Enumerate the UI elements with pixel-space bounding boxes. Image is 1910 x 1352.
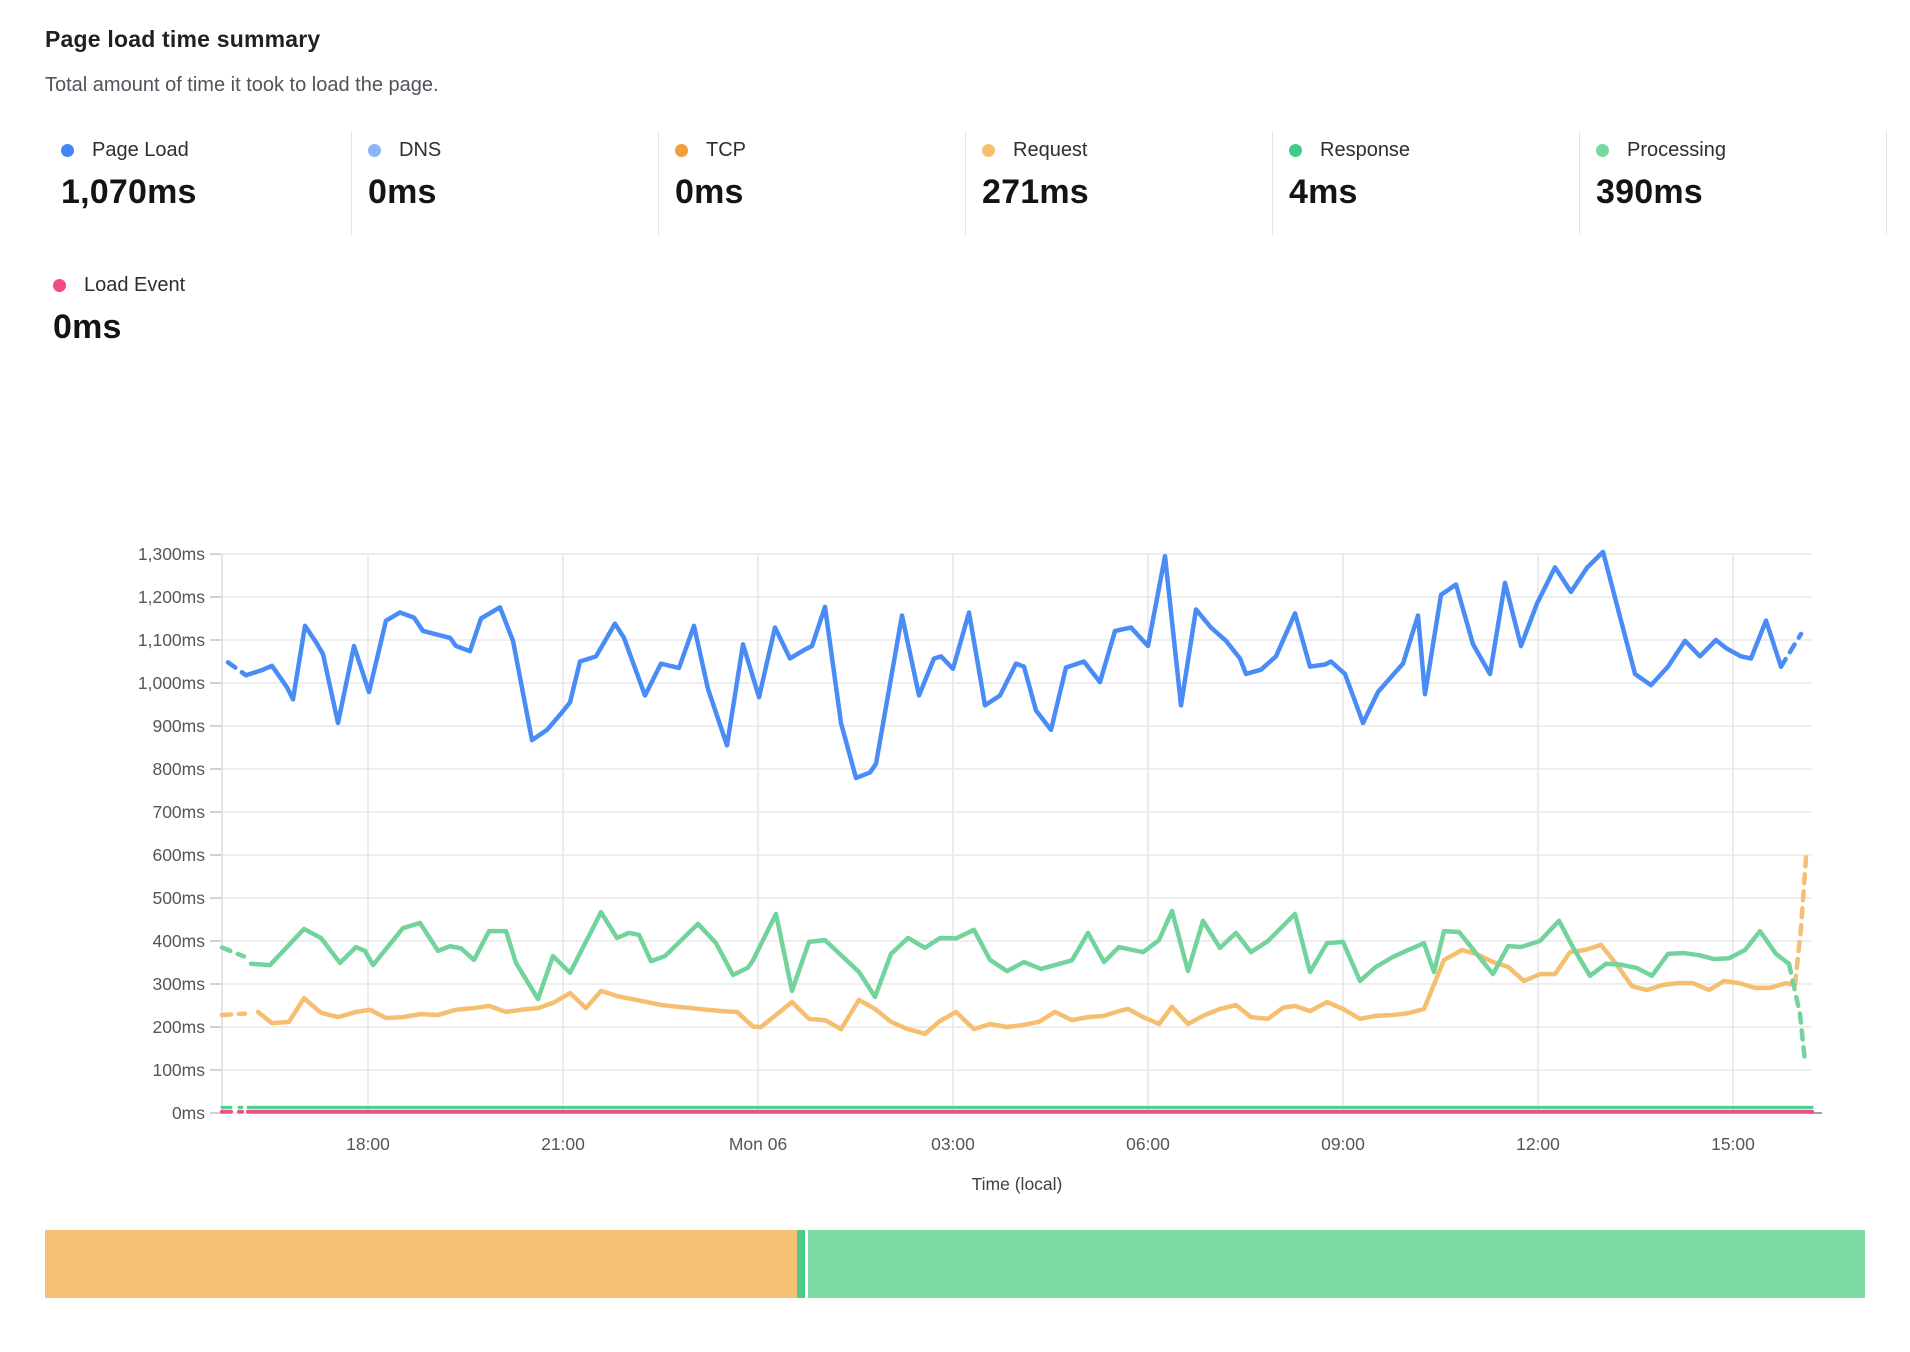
x-axis-label: Mon 06 [729,1134,787,1154]
stat-value: 271ms [974,173,1272,212]
series-request-end-dash [1795,857,1806,985]
request-dot-icon [982,144,995,157]
stat-value: 390ms [1588,173,1886,212]
stat-value: 4ms [1281,173,1579,212]
response-dot-icon [1289,144,1302,157]
y-axis-label: 800ms [152,759,205,779]
stat-value: 0ms [667,173,965,212]
dns-dot-icon [368,144,381,157]
y-axis-label: 1,300ms [138,544,205,564]
stat-card-load-event[interactable]: Load Event 0ms [45,272,352,347]
stat-label: Request [1013,139,1088,162]
page-load-summary-panel: Page load time summary Total amount of t… [0,0,1910,1352]
load-event-dot-icon [53,279,66,292]
page-subtitle: Total amount of time it took to load the… [45,74,439,97]
processing-share-segment[interactable] [808,1230,1865,1298]
series-page-load-line [246,552,1781,778]
stat-label: Processing [1627,139,1726,162]
y-axis-label: 600ms [152,845,205,865]
series-processing-start-dash [222,947,244,956]
x-axis-label: 21:00 [541,1134,585,1154]
y-axis-label: 1,200ms [138,587,205,607]
series-page-load-start-dash [228,662,246,675]
series-processing-line [251,911,1789,999]
y-axis-label: 100ms [152,1060,205,1080]
y-axis-label: 1,100ms [138,630,205,650]
y-axis-label: 200ms [152,1017,205,1037]
series-page-load-end-dash [1781,634,1801,667]
load-time-distribution-bar [45,1230,1865,1298]
x-axis-label: 09:00 [1321,1134,1365,1154]
series-request-line [258,945,1795,1034]
x-axis-title: Time (local) [972,1174,1063,1194]
y-axis-label: 500ms [152,888,205,908]
y-axis-label: 1,000ms [138,673,205,693]
x-axis-label: 12:00 [1516,1134,1560,1154]
legend-stats-row: Page Load 1,070ms DNS 0ms TCP 0ms Reques… [45,131,1887,235]
stat-card-processing[interactable]: Processing 390ms [1580,131,1887,235]
y-axis-label: 900ms [152,716,205,736]
load-time-chart[interactable]: 0ms 100ms 200ms 300ms 400ms 500ms 600ms 700ms 80… [0,520,1910,1215]
y-axis-label: 300ms [152,974,205,994]
stat-label: Response [1320,139,1410,162]
stat-label: TCP [706,139,746,162]
request-share-segment[interactable] [45,1230,797,1298]
y-axis-label: 700ms [152,802,205,822]
y-axis-label: 0ms [172,1103,205,1123]
page-title: Page load time summary [45,26,320,53]
stat-label: DNS [399,139,441,162]
stat-label: Page Load [92,139,189,162]
stat-card-request[interactable]: Request 271ms [966,131,1273,235]
stat-value: 0ms [45,308,352,347]
load-time-chart-svg[interactable]: 0ms 100ms 200ms 300ms 400ms 500ms 600ms 700ms 80… [0,520,1910,1215]
stat-card-dns[interactable]: DNS 0ms [352,131,659,235]
x-axis-label: 06:00 [1126,1134,1170,1154]
stat-label: Load Event [84,274,185,297]
stat-card-response[interactable]: Response 4ms [1273,131,1580,235]
stat-value: 0ms [360,173,658,212]
tcp-dot-icon [675,144,688,157]
x-axis-label: 15:00 [1711,1134,1755,1154]
stat-card-tcp[interactable]: TCP 0ms [659,131,966,235]
response-sliver-segment [797,1230,805,1298]
x-axis-label: 03:00 [931,1134,975,1154]
series-request-start-dash [222,1014,245,1015]
page-load-dot-icon [61,144,74,157]
stat-card-page-load[interactable]: Page Load 1,070ms [45,131,352,235]
processing-dot-icon [1596,144,1609,157]
x-axis-label: 18:00 [346,1134,390,1154]
stat-value: 1,070ms [53,173,351,212]
y-axis-label: 400ms [152,931,205,951]
